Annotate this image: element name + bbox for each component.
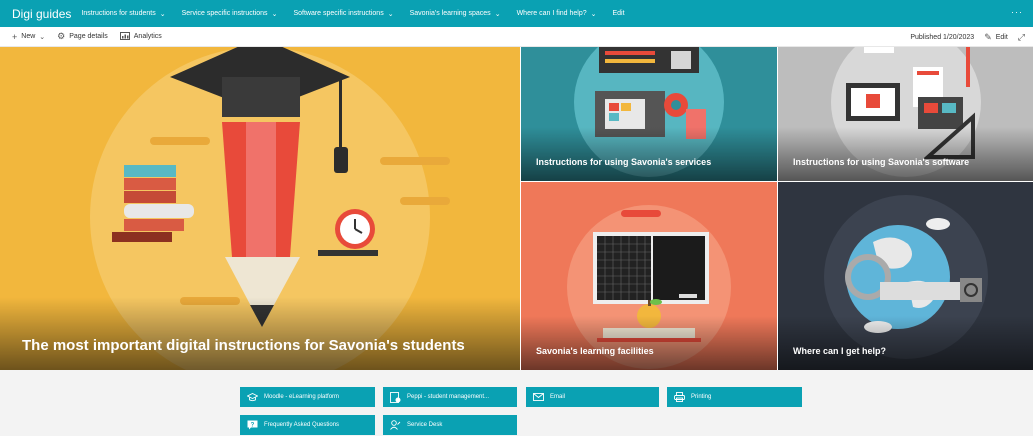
quicklink-printing[interactable]: Printing	[667, 387, 802, 407]
svg-text:?: ?	[251, 422, 255, 428]
more-options-icon[interactable]: ···	[1011, 7, 1023, 17]
hero-tile-help-title: Where can I get help?	[778, 316, 1033, 370]
nav-item-label: Where can I find help?	[516, 10, 587, 17]
hero-tile-help[interactable]: Where can I get help?	[778, 182, 1033, 370]
page-details-label: Page details	[69, 33, 108, 40]
quicklink-label: Moodle - eLearning platform	[264, 394, 340, 400]
quicklink-moodle[interactable]: Moodle - eLearning platform	[240, 387, 375, 407]
pencil-icon: ✎	[984, 31, 992, 42]
edit-page-button[interactable]: ✎ Edit	[984, 32, 1008, 43]
published-status: Published 1/20/2023	[910, 33, 975, 41]
quicklink-service-desk[interactable]: Service Desk	[383, 415, 517, 435]
site-title[interactable]: Digi guides	[0, 7, 81, 21]
quick-links-section: Moodle - eLearning platform Peppi - stud…	[0, 370, 1033, 436]
quicklink-email[interactable]: Email	[526, 387, 659, 407]
nav-item-service-specific-instructions[interactable]: Service specific instructions ⌄	[182, 10, 278, 18]
printer-icon	[674, 392, 685, 403]
gear-icon: ⚙	[57, 31, 66, 41]
chevron-down-icon: ⌄	[159, 10, 166, 18]
hero-main-title: The most important digital instructions …	[0, 297, 520, 370]
nav-item-instructions-for-students[interactable]: Instructions for students ⌄	[81, 10, 165, 18]
chevron-down-icon: ⌄	[271, 10, 278, 18]
service-desk-icon	[390, 420, 401, 431]
quicklink-label: Peppi - student management...	[407, 394, 490, 400]
analytics-label: Analytics	[133, 33, 162, 40]
expand-icon[interactable]: ⤢	[1018, 32, 1025, 43]
chevron-down-icon: ⌄	[590, 10, 597, 18]
quicklink-faq[interactable]: ? Frequently Asked Questions	[240, 415, 375, 435]
nav-item-label: Software specific instructions	[293, 10, 384, 17]
mail-icon	[533, 392, 544, 403]
plus-icon: +	[12, 31, 18, 42]
hero-section: The most important digital instructions …	[0, 47, 1033, 370]
nav-item-where-can-i-find-help[interactable]: Where can I find help? ⌄	[517, 10, 597, 18]
graduation-cap-icon	[247, 392, 258, 403]
chevron-down-icon: ⌄	[387, 10, 394, 18]
hero-tile-software[interactable]: Instructions for using Savonia's softwar…	[778, 47, 1033, 181]
hero-tile-learning-facilities-title: Savonia's learning facilities	[521, 316, 777, 370]
quicklink-label: Frequently Asked Questions	[264, 422, 340, 428]
new-label: New	[21, 33, 36, 40]
edit-label: Edit	[995, 33, 1008, 41]
quicklink-label: Printing	[691, 394, 712, 400]
top-navigation-bar: Digi guides Instructions for students ⌄ S…	[0, 0, 1033, 27]
hero-tile-main[interactable]: The most important digital instructions …	[0, 47, 520, 370]
analytics-button[interactable]: Analytics	[119, 31, 162, 42]
command-bar-right: Published 1/20/2023 ✎ Edit ⤢	[910, 27, 1025, 47]
faq-icon: ?	[247, 420, 258, 431]
nav-edit-link[interactable]: Edit	[612, 10, 624, 17]
peppi-app-icon	[390, 391, 401, 403]
quicklink-label: Service Desk	[407, 422, 443, 428]
nav-item-software-specific-instructions[interactable]: Software specific instructions ⌄	[293, 10, 393, 18]
nav-item-label: Savonia's learning spaces	[409, 10, 491, 17]
nav-item-label: Instructions for students	[81, 10, 156, 17]
hero-tile-software-title: Instructions for using Savonia's softwar…	[778, 127, 1033, 181]
chevron-down-icon: ⌄	[494, 10, 501, 18]
hero-tile-services[interactable]: Instructions for using Savonia's service…	[521, 47, 777, 181]
command-bar: + New ⌄ ⚙ Page details Analytics Publish…	[0, 27, 1033, 47]
hero-tile-services-title: Instructions for using Savonia's service…	[521, 127, 777, 181]
analytics-icon	[119, 31, 130, 42]
chevron-down-icon: ⌄	[39, 33, 46, 41]
page-details-button[interactable]: ⚙ Page details	[57, 31, 108, 42]
quicklink-peppi[interactable]: Peppi - student management...	[383, 387, 517, 407]
quicklink-label: Email	[550, 394, 566, 400]
new-button[interactable]: + New ⌄	[12, 32, 45, 42]
nav-item-learning-spaces[interactable]: Savonia's learning spaces ⌄	[410, 10, 501, 18]
hero-tile-learning-facilities[interactable]: Savonia's learning facilities	[521, 182, 777, 370]
nav-item-label: Service specific instructions	[181, 10, 268, 17]
